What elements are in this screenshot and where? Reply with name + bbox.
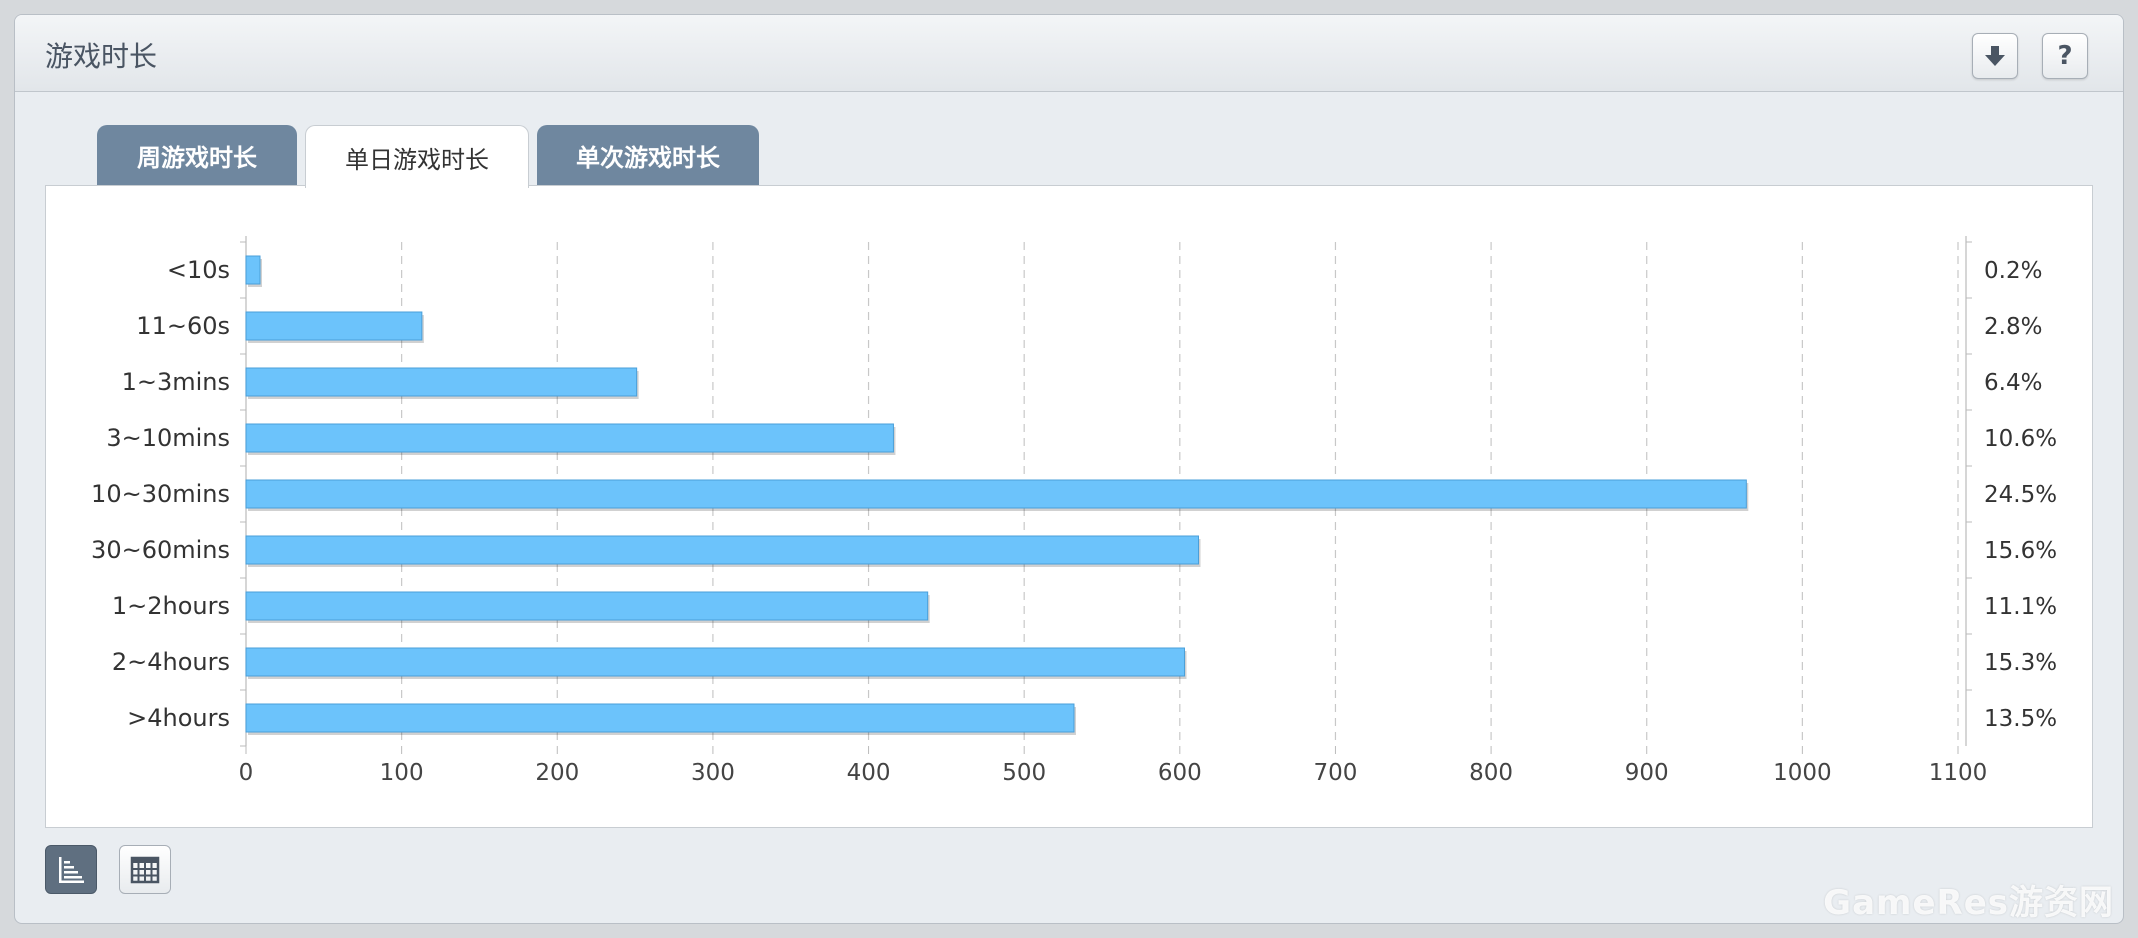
percent-label: 13.5% <box>1984 706 2057 732</box>
category-label: 3~10mins <box>106 424 230 452</box>
category-label: 1~3mins <box>122 368 230 396</box>
x-tick-label: 800 <box>1469 760 1513 786</box>
percent-label: 24.5% <box>1984 482 2057 508</box>
download-button[interactable] <box>1972 33 2018 79</box>
x-tick-label: 100 <box>380 760 424 786</box>
percent-label: 15.6% <box>1984 538 2057 564</box>
percent-label: 0.2% <box>1984 258 2042 284</box>
x-tick-label: 0 <box>239 760 254 786</box>
category-label: 2~4hours <box>112 648 230 676</box>
x-tick-label: 200 <box>535 760 579 786</box>
x-tick-label: 1100 <box>1929 760 1988 786</box>
chart-view-button[interactable] <box>45 845 97 894</box>
bar <box>245 591 929 621</box>
category-label: 30~60mins <box>91 536 230 564</box>
x-tick-label: 300 <box>691 760 735 786</box>
table-view-button[interactable] <box>119 845 171 894</box>
category-label: <10s <box>167 256 230 284</box>
panel-header: 游戏时长 ? <box>15 15 2123 92</box>
table-grid-icon <box>130 856 160 883</box>
category-label: 10~30mins <box>91 480 230 508</box>
x-tick-label: 500 <box>1002 760 1046 786</box>
download-arrow-icon <box>1985 46 2005 66</box>
percent-label: 6.4% <box>1984 370 2042 396</box>
bar-chart-icon <box>59 856 84 883</box>
percent-label: 10.6% <box>1984 426 2057 452</box>
help-button[interactable]: ? <box>2042 33 2088 79</box>
x-tick-label: 400 <box>847 760 891 786</box>
tab-weekly-duration[interactable]: 周游戏时长 <box>97 125 297 186</box>
bar <box>245 423 894 453</box>
bar <box>245 367 638 397</box>
category-label: 11~60s <box>136 312 230 340</box>
category-label: 1~2hours <box>112 592 230 620</box>
bar <box>245 255 261 285</box>
panel-title: 游戏时长 <box>45 40 158 73</box>
percent-label: 11.1% <box>1984 594 2057 620</box>
bar <box>245 535 1199 565</box>
tab-session-duration[interactable]: 单次游戏时长 <box>537 125 759 186</box>
x-tick-label: 1000 <box>1773 760 1832 786</box>
bar <box>245 647 1185 677</box>
x-tick-label: 600 <box>1158 760 1202 786</box>
tab-daily-duration[interactable]: 单日游戏时长 <box>305 125 529 188</box>
percent-label: 2.8% <box>1984 314 2042 340</box>
chart-area: 0 100 200 300 400 500 600 700 800 900 1000 1100 <10s… <box>45 185 2093 828</box>
category-label: >4hours <box>127 704 230 732</box>
percent-label: 15.3% <box>1984 650 2057 676</box>
x-tick-label: 700 <box>1314 760 1358 786</box>
watermark: GameRes游资网 <box>1823 883 2114 923</box>
x-tick-label: 900 <box>1625 760 1669 786</box>
game-duration-panel: 游戏时长 ? 周游戏时长 单日游戏时长 单次游戏时长 0 100 200 300 400… <box>14 14 2124 924</box>
bar <box>245 703 1075 733</box>
bar <box>245 479 1747 509</box>
bar <box>245 311 423 341</box>
bar-chart: 0 100 200 300 400 500 600 700 800 900 1000 1100 <10s… <box>91 236 2057 786</box>
